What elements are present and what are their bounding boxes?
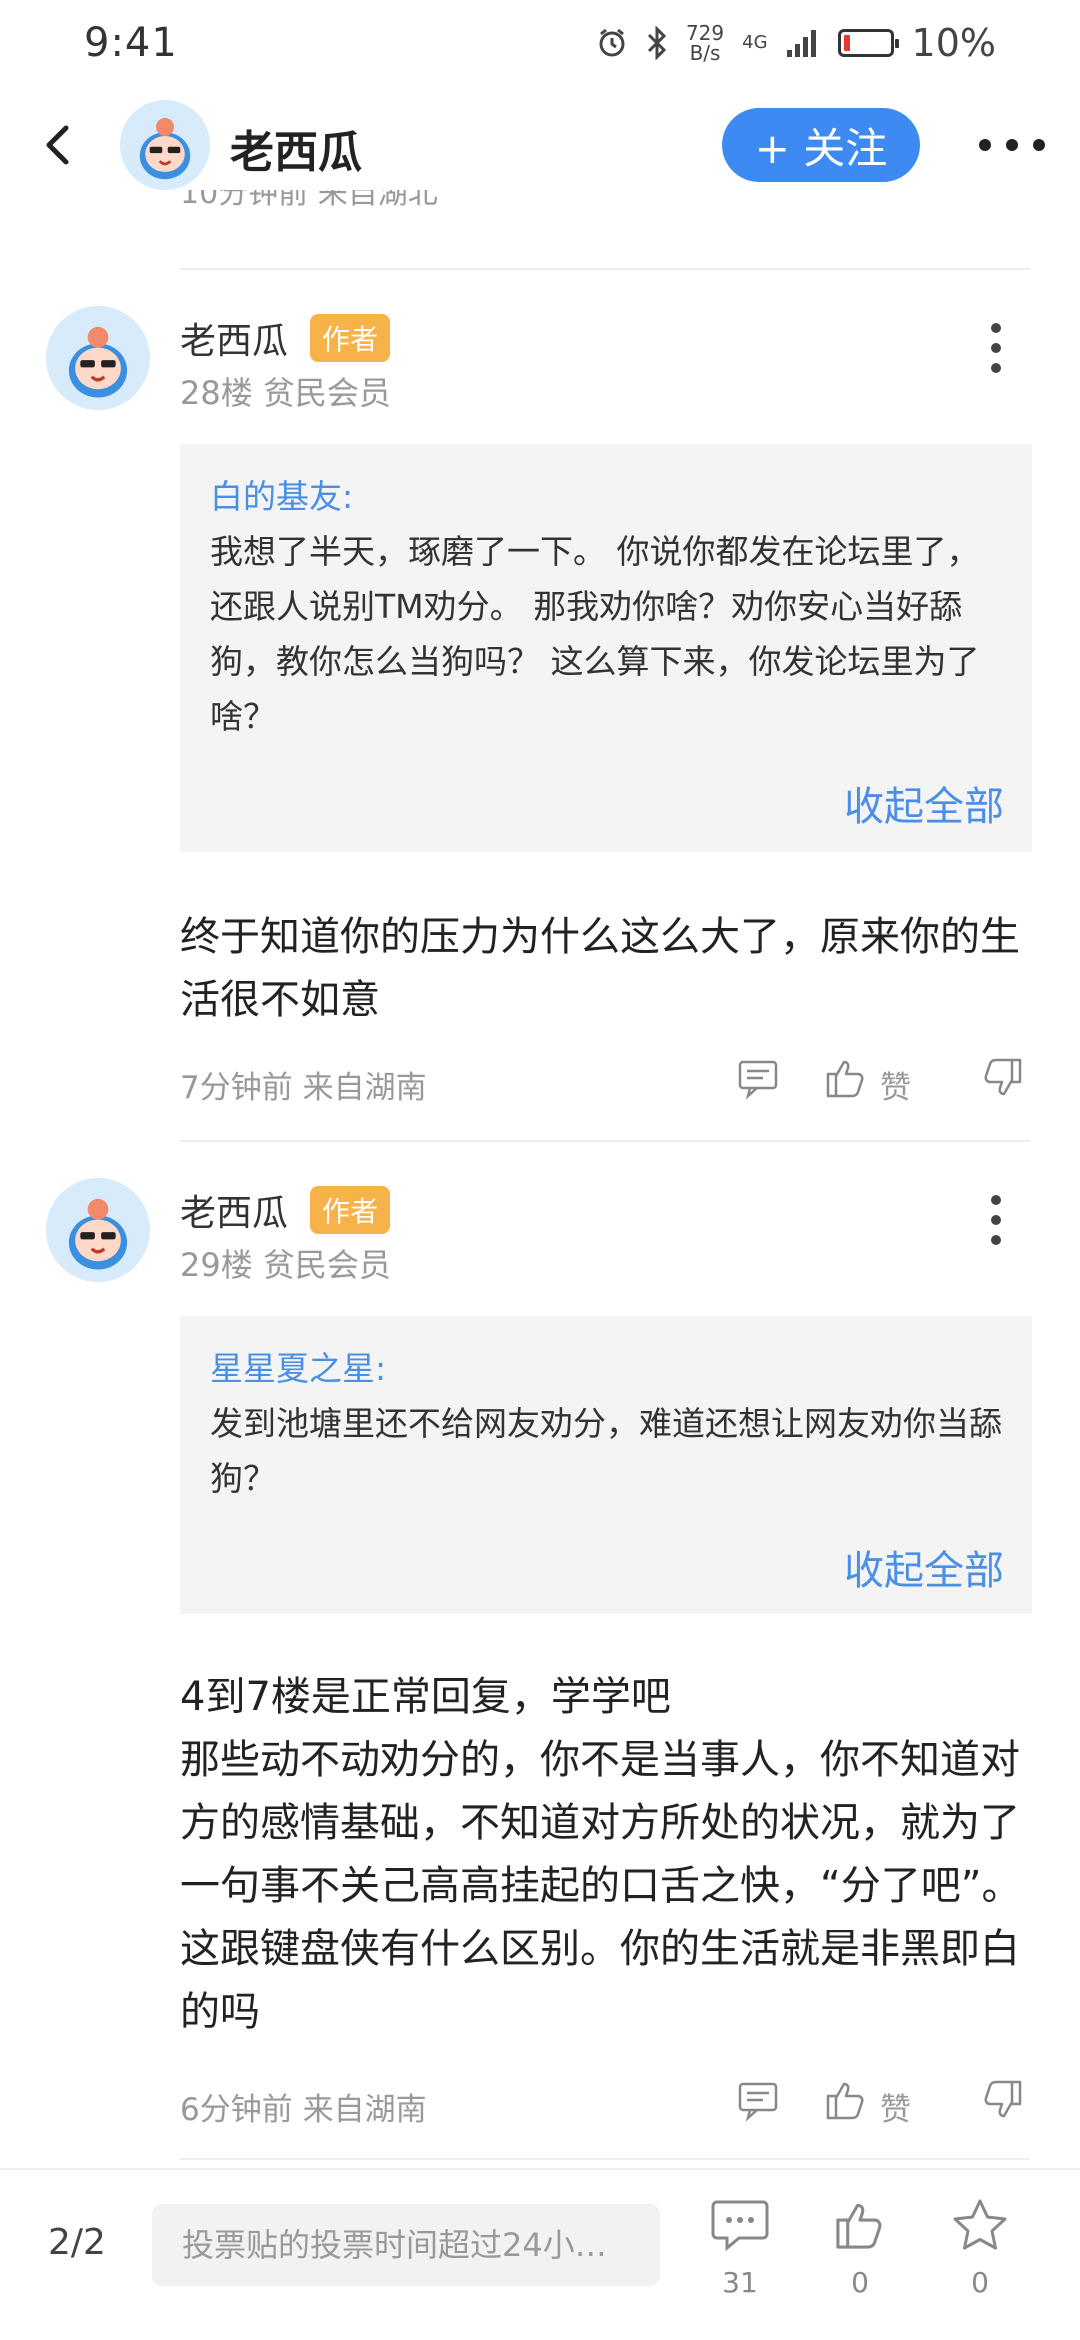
reply-icon[interactable] bbox=[736, 1056, 780, 1100]
quote-text: 发到池塘里还不给网友劝分，难道还想让网友劝你当舔狗？ bbox=[210, 1404, 1002, 1498]
like-label[interactable]: 赞 bbox=[880, 2084, 911, 2129]
comment-time: 6分钟前 来自湖南 bbox=[180, 2092, 427, 2128]
battery-percent: 10% bbox=[911, 21, 996, 65]
like-label[interactable]: 赞 bbox=[880, 1062, 911, 1107]
thumbs-up-icon bbox=[836, 2203, 882, 2249]
favorite-button[interactable]: 0 bbox=[940, 2198, 1020, 2299]
avatar[interactable] bbox=[46, 306, 150, 410]
more-icon[interactable] bbox=[976, 136, 1048, 154]
star-icon bbox=[953, 2199, 1007, 2250]
net-speed: 729 B/s bbox=[685, 21, 725, 65]
thumbs-down-icon[interactable] bbox=[980, 2078, 1024, 2122]
thumbs-down-icon[interactable] bbox=[980, 1056, 1024, 1100]
previous-time: 10分钟前 来自湖北 bbox=[180, 190, 438, 211]
comments-button[interactable]: 31 bbox=[700, 2198, 780, 2299]
top-bar: 老西瓜 + 关注 bbox=[0, 86, 1080, 204]
watermelon-mascot-icon bbox=[120, 100, 210, 190]
status-time: 9:41 bbox=[84, 20, 178, 66]
reply-text: 终于知道你的压力为什么这么大了，原来你的生活很不如意 bbox=[180, 914, 1020, 1023]
username[interactable]: 老西瓜 bbox=[180, 312, 288, 364]
kebab-menu-icon[interactable] bbox=[986, 1190, 1006, 1250]
favorites-count: 0 bbox=[971, 2266, 989, 2299]
bottom-bar: 2/2 投票贴的投票时间超过24小… 31 0 0 bbox=[0, 2168, 1080, 2340]
collapse-all-button[interactable]: 收起全部 bbox=[844, 774, 1004, 832]
floor-member: 28楼 贫民会员 bbox=[180, 374, 391, 412]
network-type: 4G bbox=[742, 32, 768, 53]
page-title: 老西瓜 bbox=[230, 127, 362, 178]
battery-icon bbox=[837, 29, 899, 57]
thumbs-up-icon[interactable] bbox=[824, 2078, 868, 2122]
avatar[interactable] bbox=[120, 100, 210, 190]
follow-button[interactable]: + 关注 bbox=[722, 108, 920, 182]
watermelon-mascot-icon bbox=[46, 1178, 150, 1282]
quoted-comment: 白的基友: 我想了半天，琢磨了一下。 你说你都发在论坛里了，还跟人说别TM劝分。… bbox=[180, 444, 1032, 852]
quote-author[interactable]: 星星夏之星: bbox=[210, 1342, 1004, 1390]
comment-meta: 7分钟前 来自湖南 赞 bbox=[180, 1056, 1030, 1106]
likes-count: 0 bbox=[851, 2266, 869, 2299]
thumbs-up-icon[interactable] bbox=[824, 1056, 868, 1100]
floor-member: 29楼 贫民会员 bbox=[180, 1246, 391, 1284]
quoted-comment: 星星夏之星: 发到池塘里还不给网友劝分，难道还想让网友劝你当舔狗？ 收起全部 bbox=[180, 1316, 1032, 1614]
username[interactable]: 老西瓜 bbox=[180, 1184, 288, 1236]
comments-count: 31 bbox=[722, 2266, 758, 2299]
bluetooth-icon bbox=[647, 26, 667, 60]
divider bbox=[180, 1140, 1030, 1142]
signal-icon bbox=[786, 30, 816, 57]
comment-time: 7分钟前 来自湖南 bbox=[180, 1070, 427, 1106]
status-bar: 9:41 729 B/s 4G 10% bbox=[0, 0, 1080, 86]
collapse-all-button[interactable]: 收起全部 bbox=[844, 1538, 1004, 1596]
reply-icon[interactable] bbox=[736, 2078, 780, 2122]
quote-text: 我想了半天，琢磨了一下。 你说你都发在论坛里了，还跟人说别TM劝分。 那我劝你啥… bbox=[210, 532, 980, 736]
avatar[interactable] bbox=[46, 1178, 150, 1282]
previous-comment-meta: 10分钟前 来自湖北 bbox=[180, 190, 1030, 230]
watermelon-mascot-icon bbox=[46, 306, 150, 410]
comment-meta: 6分钟前 来自湖南 赞 bbox=[180, 2078, 1030, 2128]
author-badge: 作者 bbox=[310, 314, 391, 362]
comment-bubble-icon bbox=[711, 2200, 769, 2252]
author-badge: 作者 bbox=[310, 1186, 391, 1234]
kebab-menu-icon[interactable] bbox=[986, 318, 1006, 378]
comment-input[interactable]: 投票贴的投票时间超过24小… bbox=[152, 2204, 660, 2286]
page-indicator[interactable]: 2/2 bbox=[48, 2222, 106, 2263]
divider bbox=[180, 268, 1030, 270]
back-arrow-icon[interactable] bbox=[34, 120, 84, 170]
quote-author[interactable]: 白的基友: bbox=[210, 470, 1004, 518]
reply-text: 4到7楼是正常回复，学学吧 那些动不动劝分的，你不是当事人，你不知道对方的感情基… bbox=[180, 1674, 1022, 2035]
status-icons: 729 B/s 4G 10% bbox=[596, 21, 996, 65]
divider bbox=[180, 2158, 1030, 2160]
alarm-icon bbox=[599, 28, 625, 57]
like-button[interactable]: 0 bbox=[820, 2198, 900, 2299]
